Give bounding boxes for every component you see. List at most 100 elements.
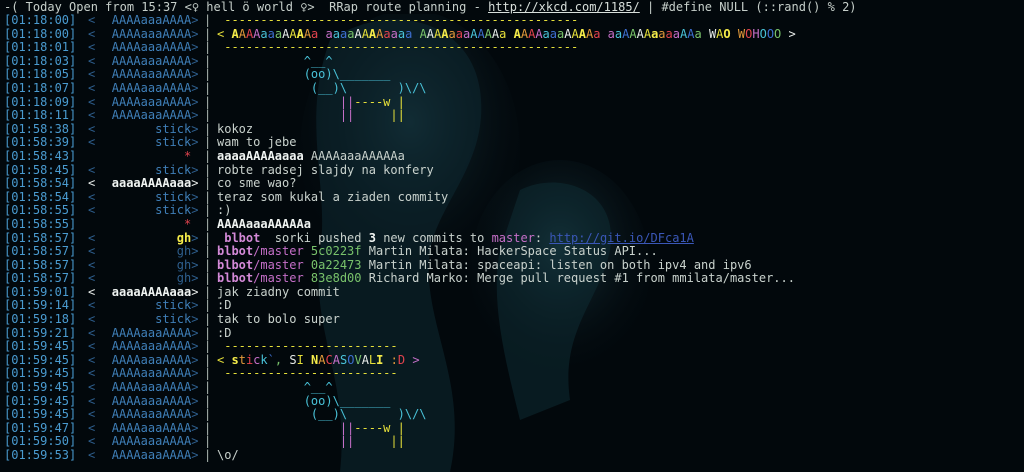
- nick-column[interactable]: < AAAAaaaAAAA>: [88, 421, 198, 436]
- nick-label[interactable]: AAAAaaaAAAA: [95, 367, 191, 381]
- nick-label[interactable]: stick: [95, 190, 191, 205]
- nick-label[interactable]: stick: [95, 122, 191, 137]
- message-text: aaaaAAAAaaaa AAAAaaaAAAAAa: [217, 148, 405, 163]
- nick-column[interactable]: < stick>: [88, 136, 198, 150]
- nick-column[interactable]: < stick>: [88, 312, 198, 327]
- timestamp: [01:58:39]: [4, 135, 77, 150]
- nick-label[interactable]: AAAAaaaAAAA: [95, 326, 191, 341]
- timestamp: [01:59:45]: [4, 339, 77, 354]
- nick-label[interactable]: AAAAaaaAAAA: [95, 448, 191, 463]
- message-text: || ||: [339, 108, 405, 123]
- nick-label[interactable]: gh: [95, 244, 191, 259]
- nick-label[interactable]: AAAAaaaAAAA: [95, 353, 191, 368]
- timestamp: [01:58:45]: [4, 162, 77, 177]
- nick-label[interactable]: gh: [95, 258, 191, 273]
- topic-link[interactable]: http://xkcd.com/1185/: [488, 0, 640, 14]
- commit-link[interactable]: http://git.io/DFca1A: [549, 231, 694, 245]
- nick-column[interactable]: < gh>: [88, 244, 198, 259]
- nick-column[interactable]: < AAAAaaaAAAA>: [88, 435, 198, 449]
- nick-column[interactable]: < stick>: [88, 163, 198, 178]
- nick-label[interactable]: stick: [95, 163, 191, 178]
- nick-column[interactable]: < AAAAaaaAAAA>: [88, 108, 198, 123]
- chat-line: [01:58:39] < stick> | wam to jebe: [4, 135, 297, 150]
- nick-label[interactable]: AAAAaaaAAAA: [95, 109, 191, 123]
- nick-column[interactable]: < AAAAaaaAAAA>: [88, 353, 198, 368]
- nick-label[interactable]: AAAAaaaAAAA: [95, 95, 191, 110]
- nick-label[interactable]: AAAAaaaAAAA: [95, 41, 191, 55]
- message-text: wam to jebe: [217, 135, 297, 150]
- timestamp: [01:59:01]: [4, 284, 77, 299]
- nick-label[interactable]: AAAAaaaAAAA: [95, 435, 191, 449]
- nick-column[interactable]: < AAAAaaaAAAA>: [88, 27, 198, 42]
- nick-column[interactable]: < gh>: [88, 258, 198, 273]
- nick-label[interactable]: stick: [95, 204, 191, 218]
- chat-line: [01:58:55] < stick> |:): [4, 203, 232, 218]
- chat-line: [01:58:38] < stick> | kokoz: [4, 121, 254, 137]
- nick-column[interactable]: < AAAAaaaAAAA>: [88, 407, 198, 422]
- nick-column[interactable]: < stick>: [88, 299, 198, 313]
- chat-line: [01:59:01] < aaaaAAAAaaa> | jak ziadny commi…: [4, 284, 340, 300]
- nick-label[interactable]: AAAAaaaAAAA: [95, 27, 191, 42]
- timestamp: [01:18:11]: [4, 108, 77, 123]
- nick-column[interactable]: < AAAAaaaAAAA>: [88, 81, 198, 96]
- nick-label[interactable]: AAAAaaaAAAA: [95, 394, 191, 409]
- message-text: jak ziadny commit: [217, 284, 340, 299]
- nick-column[interactable]: *: [88, 149, 196, 164]
- nick-column[interactable]: < aaaaAAAAaaa>: [88, 285, 198, 300]
- nick-column[interactable]: < AAAAaaaAAAA>: [88, 54, 198, 69]
- nick-label[interactable]: AAAAaaaAAAA: [95, 68, 191, 82]
- nick-column[interactable]: < AAAAaaaAAAA>: [88, 40, 198, 55]
- message-text: blbot sorki pushed 3 new commits to mast…: [217, 230, 694, 245]
- nick-label[interactable]: aaaaAAAAaaa: [95, 285, 191, 300]
- message-text: ------------------------: [217, 339, 405, 354]
- nick-label[interactable]: stick: [95, 136, 191, 150]
- nick-column[interactable]: *: [88, 217, 196, 232]
- nick-label[interactable]: AAAAaaaAAAA: [95, 340, 191, 354]
- nick-column[interactable]: < AAAAaaaAAAA>: [88, 95, 198, 110]
- nick-column[interactable]: < aaaaAAAAaaa>: [88, 176, 198, 191]
- nick-column[interactable]: < AAAAaaaAAAA>: [88, 380, 198, 395]
- chat-line: [01:59:47] < AAAAaaaAAAA> | ||----w |: [4, 420, 405, 436]
- nick-label[interactable]: *: [95, 149, 191, 164]
- nick-label[interactable]: *: [95, 217, 191, 232]
- nick-column[interactable]: < gh>: [88, 271, 198, 286]
- nick-label[interactable]: AAAAaaaAAAA: [95, 13, 191, 28]
- nick-column[interactable]: < AAAAaaaAAAA>: [88, 448, 198, 463]
- timestamp: [01:59:45]: [4, 352, 77, 367]
- nick-label[interactable]: gh: [95, 272, 191, 286]
- topic-suffix: | #define NULL (::rand() % 2): [639, 0, 857, 14]
- message-text: ----------------------------------------…: [217, 40, 586, 55]
- nick-column[interactable]: < gh>: [88, 231, 198, 246]
- nick-column[interactable]: < AAAAaaaAAAA>: [88, 394, 198, 409]
- chat-line: [01:59:45] < AAAAaaaAAAA> | < stick`, SI NAC…: [4, 352, 420, 368]
- nick-label[interactable]: AAAAaaaAAAA: [95, 408, 191, 422]
- nick-column[interactable]: < AAAAaaaAAAA>: [88, 13, 198, 28]
- nick-label[interactable]: aaaaAAAAaaa: [95, 177, 191, 191]
- nick-label[interactable]: stick: [95, 299, 191, 313]
- nick-label[interactable]: AAAAaaaAAAA: [95, 54, 191, 69]
- nick-column[interactable]: < AAAAaaaAAAA>: [88, 326, 198, 341]
- nick-column[interactable]: < stick>: [88, 204, 198, 218]
- chat-line: [01:58:54] < aaaaAAAAaaa> | co sme wao?: [4, 176, 297, 191]
- nick-column[interactable]: < AAAAaaaAAAA>: [88, 367, 198, 381]
- nick-label[interactable]: AAAAaaaAAAA: [95, 81, 191, 96]
- nick-column[interactable]: < stick>: [88, 190, 198, 205]
- message-text: :): [217, 203, 232, 218]
- nick-label[interactable]: AAAAaaaAAAA: [95, 421, 191, 436]
- chat-line: [01:59:45] < AAAAaaaAAAA> | (__)\ )\/\: [4, 407, 427, 422]
- nick-column[interactable]: < AAAAaaaAAAA>: [88, 68, 198, 82]
- message-text: teraz som kukal a ziaden commity: [217, 189, 449, 204]
- nick-column[interactable]: < stick>: [88, 122, 198, 137]
- message-text: ||----w |: [339, 420, 405, 435]
- message-text: ------------------------: [217, 366, 405, 381]
- nick-label[interactable]: stick: [95, 312, 191, 327]
- timestamp: [01:58:57]: [4, 244, 77, 259]
- nick-label[interactable]: gh: [95, 231, 191, 246]
- nick-label[interactable]: AAAAaaaAAAA: [95, 380, 191, 395]
- chat-line: [01:18:00] < AAAAaaaAAAA> | ---------------…: [4, 13, 586, 28]
- message-text: \o/: [217, 448, 239, 462]
- message-text: ^__^: [217, 380, 333, 395]
- timestamp: [01:59:18]: [4, 312, 77, 327]
- message-text: ^__^: [217, 53, 333, 68]
- nick-column[interactable]: < AAAAaaaAAAA>: [88, 339, 198, 354]
